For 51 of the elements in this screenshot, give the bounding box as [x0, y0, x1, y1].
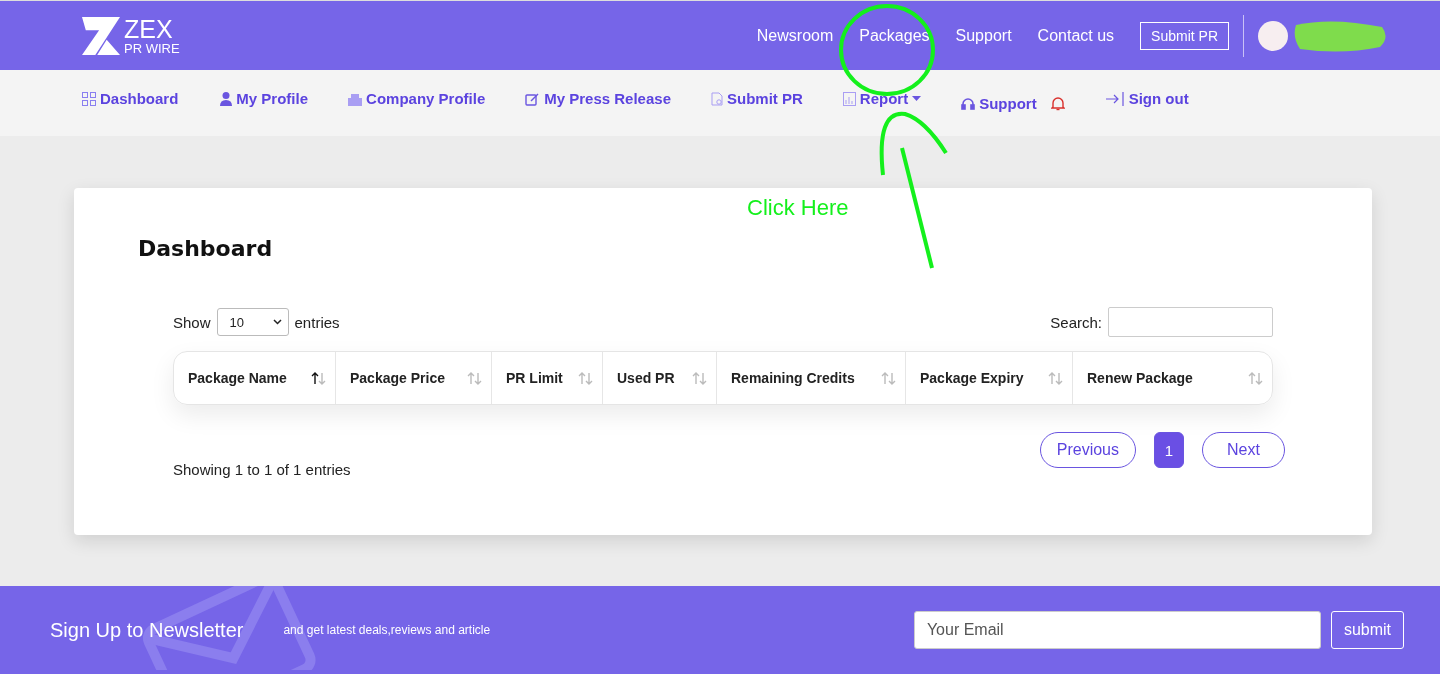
next-button[interactable]: Next — [1202, 432, 1285, 468]
search-label: Search: — [1050, 313, 1102, 331]
nav-link[interactable]: Packages — [859, 26, 930, 45]
menu-link[interactable]: Report — [842, 90, 922, 107]
column-header[interactable]: PR Limit — [492, 352, 603, 404]
menu-link[interactable]: Dashboard — [82, 90, 179, 107]
show-label: Show — [173, 313, 211, 331]
headset-icon — [961, 97, 976, 110]
user-icon — [220, 91, 233, 106]
logo-icon — [82, 16, 120, 55]
entries-label: entries — [294, 313, 340, 331]
search-field[interactable] — [1108, 307, 1273, 337]
menu-link[interactable]: Submit PR — [711, 90, 803, 107]
annotation-text: Click Here — [747, 195, 849, 221]
chevron-icon — [272, 319, 282, 325]
email-field[interactable]: Your Email — [913, 611, 1321, 649]
page-size-select[interactable]: 10 — [216, 308, 289, 336]
menu-link[interactable]: Sign out — [1104, 90, 1189, 107]
caret-icon — [912, 96, 922, 101]
menu-link[interactable]: Company Profile — [348, 90, 486, 107]
nav-link[interactable]: Contact us — [1037, 26, 1115, 45]
building-icon — [348, 91, 363, 106]
nav-link[interactable]: Support — [955, 26, 1012, 45]
nav-link[interactable]: Newsroom — [756, 26, 834, 45]
logo-text: ZEX — [124, 16, 174, 42]
sign-out-icon — [1104, 90, 1125, 107]
document-icon — [711, 91, 723, 106]
logo[interactable]: ZEX PR WIRE — [82, 16, 180, 55]
menu-link[interactable]: My Profile — [220, 90, 309, 107]
column-header[interactable]: Renew Package — [1073, 352, 1272, 404]
column-header[interactable]: Remaining Credits — [717, 352, 906, 404]
avatar[interactable] — [1258, 20, 1288, 51]
column-header[interactable]: Package Name — [174, 352, 336, 404]
logo-subtext: PR WIRE — [124, 41, 180, 55]
newsletter-text: and get latest deals,reviews and article — [283, 623, 491, 637]
submit-pr-button[interactable]: Submit PR — [1140, 21, 1229, 50]
chart-icon — [842, 91, 856, 106]
edit-icon — [525, 91, 541, 106]
submit-button[interactable]: submit — [1330, 611, 1404, 649]
column-header[interactable]: Package Expiry — [906, 352, 1073, 404]
bell-icon — [1050, 96, 1065, 111]
menu-link[interactable]: Support — [961, 95, 1065, 112]
entries-info: Showing 1 to 1 of 1 entries — [173, 461, 351, 478]
menu-link[interactable]: My Press Release — [525, 90, 671, 107]
page-button[interactable]: 1 — [1154, 432, 1184, 468]
grid-icon — [82, 91, 96, 106]
card-title: Dashboard — [138, 236, 274, 261]
column-header[interactable]: Used PR — [603, 352, 717, 404]
previous-button[interactable]: Previous — [1039, 432, 1136, 468]
column-header[interactable]: Package Price — [336, 352, 492, 404]
newsletter-title: Sign Up to Newsletter — [50, 618, 244, 642]
